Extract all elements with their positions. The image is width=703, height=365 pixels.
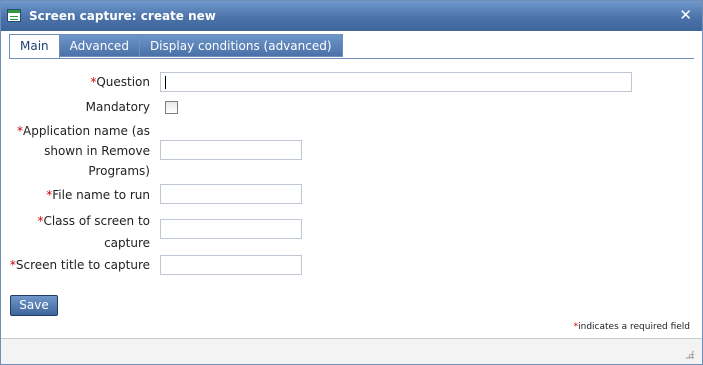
tab-advanced[interactable]: Advanced <box>59 34 140 57</box>
mandatory-checkbox[interactable] <box>165 101 178 114</box>
question-input[interactable] <box>160 72 632 92</box>
resize-grip-icon[interactable] <box>685 350 694 359</box>
screen-title-input[interactable] <box>160 255 302 275</box>
file-name-label: *File name to run <box>46 188 150 202</box>
question-label: *Question <box>90 75 150 89</box>
title-bar[interactable]: Screen capture: create new ✕ <box>1 1 702 31</box>
application-name-label: *Application name (as shown in Remove Pr… <box>17 124 150 178</box>
class-of-screen-input[interactable] <box>160 219 302 239</box>
save-button[interactable]: Save <box>10 295 58 316</box>
required-field-note: *indicates a required field <box>573 322 690 332</box>
status-footer <box>1 338 702 364</box>
file-name-input[interactable] <box>160 184 302 204</box>
application-name-input[interactable] <box>160 140 302 160</box>
tab-display-conditions[interactable]: Display conditions (advanced) <box>139 34 343 57</box>
screen-capture-dialog: Screen capture: create new ✕ Main Advanc… <box>0 0 703 365</box>
close-icon[interactable]: ✕ <box>679 6 692 24</box>
text-caret <box>165 76 166 89</box>
tab-divider <box>9 58 694 59</box>
tab-bar: Main Advanced Display conditions (advanc… <box>9 34 343 59</box>
dialog-title: Screen capture: create new <box>29 9 216 23</box>
mandatory-label: Mandatory <box>85 100 150 114</box>
screen-title-label: *Screen title to capture <box>9 258 150 272</box>
tab-main[interactable]: Main <box>9 34 60 59</box>
class-of-screen-label: *Class of screen to capture <box>37 214 150 250</box>
app-window-icon <box>7 9 21 22</box>
